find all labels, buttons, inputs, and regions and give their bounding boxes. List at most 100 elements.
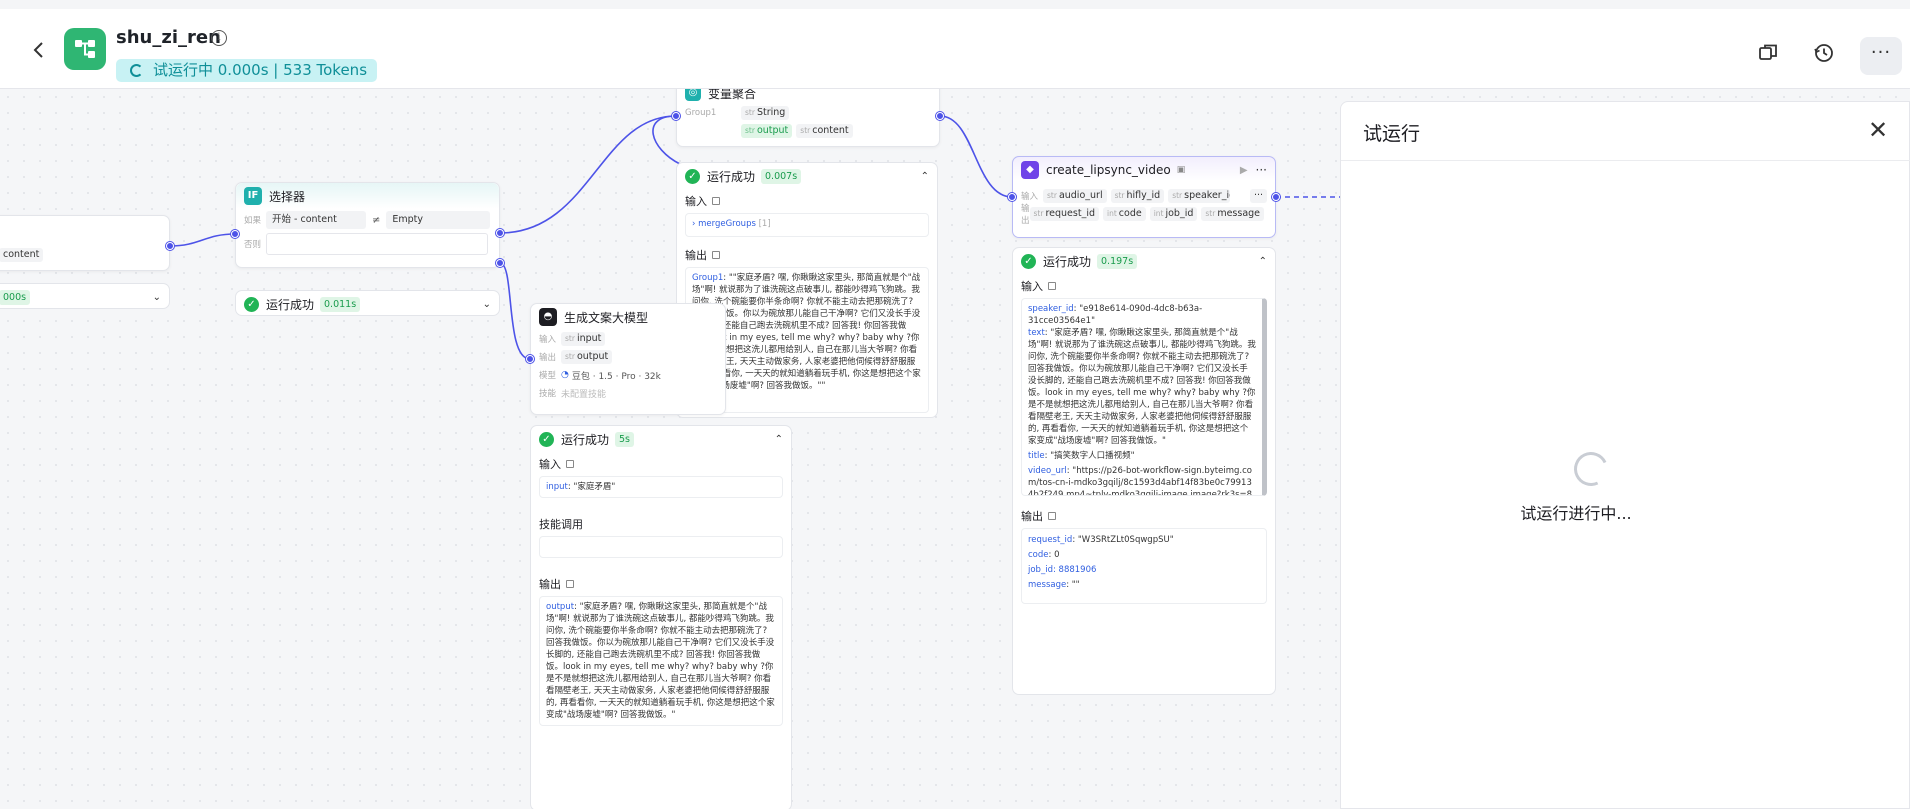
skill-section-title: 技能调用 bbox=[539, 518, 583, 531]
start-node-partial[interactable]: content bbox=[0, 215, 170, 271]
output-port[interactable] bbox=[166, 242, 174, 250]
result-label: 运行成功 bbox=[266, 297, 315, 312]
copy-icon[interactable] bbox=[1756, 41, 1780, 65]
top-bar: shu_zi_ren i 试运行中 0.000s | 533 Tokens ··… bbox=[0, 0, 1910, 89]
model-value[interactable]: 豆包 · 1.5 · Pro · 32k bbox=[572, 369, 661, 382]
var-output: output bbox=[756, 125, 789, 136]
output-box: request_id: "W3SRtZLt0SqwgpSU" code: 0 j… bbox=[1021, 528, 1267, 604]
copy-icon[interactable] bbox=[1048, 512, 1056, 520]
llm-result[interactable]: ✓ 运行成功 5s ⌃ 输入 input: "家庭矛盾" 技能调用 输出 out… bbox=[530, 425, 792, 809]
success-icon: ✓ bbox=[1021, 253, 1036, 269]
lipsync-result[interactable]: ✓ 运行成功 0.197s ⌃ 输入 speaker_id: "e918e614… bbox=[1012, 247, 1276, 695]
start-result-partial[interactable]: 000s ⌄ bbox=[0, 283, 170, 309]
copy-icon[interactable] bbox=[566, 580, 574, 588]
panel-title: 试运行 bbox=[1363, 123, 1421, 145]
job-id-key: job_id bbox=[1028, 565, 1053, 575]
merge-groups[interactable]: › mergeGroups bbox=[692, 219, 756, 229]
input-box: › mergeGroups [1] bbox=[685, 213, 929, 237]
chevron-down-icon[interactable]: ⌄ bbox=[483, 299, 491, 310]
history-icon[interactable] bbox=[1812, 41, 1836, 65]
output-key: Group1 bbox=[692, 273, 724, 283]
out-type: int bbox=[1107, 209, 1117, 218]
node-title: 选择器 bbox=[269, 189, 306, 204]
result-label: 运行成功 bbox=[707, 169, 756, 184]
aggregate-icon: ◎ bbox=[685, 89, 701, 101]
more-icon[interactable]: ··· bbox=[1256, 163, 1267, 177]
app-title: shu_zi_ren bbox=[116, 27, 221, 48]
copy-icon[interactable] bbox=[712, 197, 720, 205]
param-audio-url: audio_url bbox=[1058, 190, 1103, 201]
input-port[interactable] bbox=[526, 355, 534, 363]
doubao-icon: ◔ bbox=[561, 370, 569, 380]
selector-node[interactable]: IF 选择器 如果 开始 - content ≠ Empty 否则 bbox=[235, 182, 500, 268]
output-tag: output bbox=[576, 351, 609, 362]
chevron-down-icon[interactable]: ⌄ bbox=[153, 292, 161, 303]
model-label: 模型 bbox=[539, 371, 557, 381]
condition-operator: ≠ bbox=[372, 214, 381, 226]
success-icon: ✓ bbox=[685, 168, 700, 184]
input-box[interactable]: speaker_id: "e918e614-090d-4dc8-b63a-31c… bbox=[1021, 298, 1267, 496]
condition-right[interactable]: Empty bbox=[386, 211, 491, 229]
plugin-info-icon[interactable]: ▣ bbox=[1177, 165, 1186, 175]
node-title: 生成文案大模型 bbox=[564, 310, 649, 325]
result-time: 0.011s bbox=[320, 296, 361, 312]
run-status-text: 试运行中 0.000s | 533 Tokens bbox=[153, 61, 368, 79]
output-label: 输出 bbox=[539, 353, 557, 363]
condition-left[interactable]: 开始 - content bbox=[266, 211, 366, 229]
input-tag: input bbox=[576, 333, 602, 344]
input-value: : "家庭矛盾" bbox=[567, 482, 616, 492]
more-params-icon[interactable]: ··· bbox=[1249, 189, 1267, 203]
input-box: input: "家庭矛盾" bbox=[539, 476, 783, 498]
selector-result[interactable]: ✓ 运行成功 0.011s ⌄ bbox=[235, 290, 500, 316]
output-port[interactable] bbox=[1272, 193, 1280, 201]
group-label: Group1 bbox=[685, 108, 717, 118]
node-title: 变量聚合 bbox=[708, 89, 757, 101]
video-key: video_url bbox=[1028, 466, 1067, 476]
model-icon: ◓ bbox=[539, 308, 557, 326]
divider bbox=[1341, 160, 1910, 161]
loading-spinner-icon bbox=[130, 64, 143, 77]
else-box[interactable] bbox=[266, 233, 488, 255]
llm-node[interactable]: ◓ 生成文案大模型 输入 str input 输出 str output 模型 ◔ 豆包 ·… bbox=[530, 303, 726, 415]
skill-value: 未配置技能 bbox=[561, 389, 607, 400]
out-type: str bbox=[1033, 209, 1044, 218]
play-icon[interactable]: ▶ bbox=[1240, 165, 1248, 176]
plugin-icon: ◆ bbox=[1021, 161, 1039, 179]
node-title: create_lipsync_video bbox=[1046, 163, 1171, 177]
copy-icon[interactable] bbox=[712, 251, 720, 259]
out-message: message bbox=[1217, 208, 1261, 219]
copy-icon[interactable] bbox=[1048, 282, 1056, 290]
input-section-title: 输入 bbox=[685, 195, 707, 208]
title-value: : "搞笑数字人口播视频" bbox=[1044, 451, 1135, 461]
chevron-up-icon[interactable]: ⌃ bbox=[775, 434, 783, 445]
request-id-value: : "W3SRtZLt0SqwgpSU" bbox=[1072, 535, 1174, 545]
output-section-title: 输出 bbox=[685, 249, 707, 262]
message-value: : "" bbox=[1066, 580, 1080, 590]
input-port[interactable] bbox=[1008, 193, 1016, 201]
if-icon: IF bbox=[244, 187, 262, 205]
merge-groups-count: [1] bbox=[758, 219, 771, 229]
chevron-up-icon[interactable]: ⌃ bbox=[1259, 256, 1267, 267]
else-output-port[interactable] bbox=[496, 259, 504, 267]
if-output-port[interactable] bbox=[496, 229, 504, 237]
input-port[interactable] bbox=[672, 112, 680, 120]
output-port[interactable] bbox=[936, 112, 944, 120]
result-time: 0.007s bbox=[761, 168, 802, 184]
close-icon[interactable]: ✕ bbox=[1868, 116, 1888, 144]
if-label: 如果 bbox=[244, 216, 262, 226]
input-label: 输入 bbox=[1021, 192, 1039, 202]
chevron-up-icon[interactable]: ⌃ bbox=[921, 171, 929, 182]
code-key: code bbox=[1028, 550, 1049, 560]
param-speaker-id: speaker_id bbox=[1184, 190, 1231, 201]
skill-box bbox=[539, 536, 783, 558]
out-request-id: request_id bbox=[1045, 208, 1095, 219]
output-key: output bbox=[546, 602, 575, 612]
copy-icon[interactable] bbox=[566, 460, 574, 468]
lipsync-plugin-node[interactable]: ◆ create_lipsync_video ▣ ▶ ··· 输入 str aud… bbox=[1012, 156, 1276, 238]
test-run-panel: 试运行 ✕ 试运行进行中... bbox=[1340, 101, 1910, 809]
info-icon[interactable]: i bbox=[211, 30, 227, 46]
more-icon[interactable]: ··· bbox=[1860, 37, 1902, 75]
input-port[interactable] bbox=[231, 230, 239, 238]
chevron-left-icon[interactable] bbox=[28, 39, 50, 61]
variable-aggregator-node[interactable]: ◎ 变量聚合 Group1 str String str output str con… bbox=[676, 89, 940, 147]
